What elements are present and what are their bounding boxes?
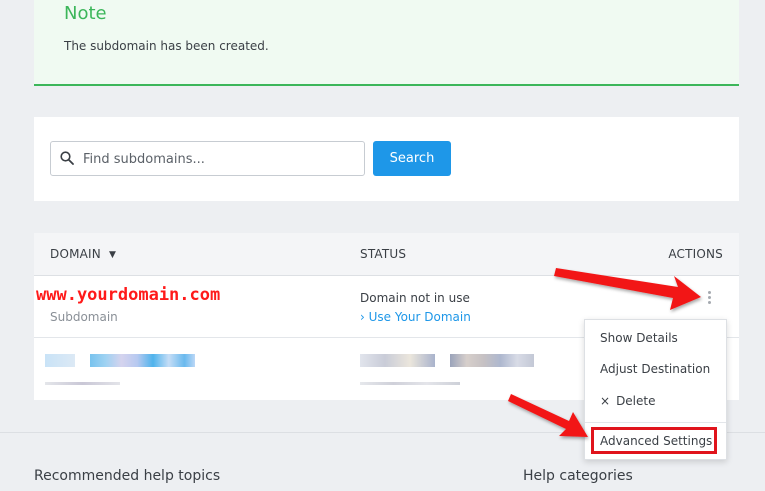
table-header: DOMAIN ▼ STATUS ACTIONS	[34, 233, 739, 276]
search-input[interactable]	[83, 148, 353, 170]
blurred-status-part	[450, 354, 534, 367]
search-panel: Search	[34, 117, 739, 201]
domain-name[interactable]: www.yourdomain.com	[36, 285, 220, 305]
menu-item-show-details[interactable]: Show Details	[600, 331, 678, 345]
search-button[interactable]: Search	[373, 141, 451, 176]
close-icon: ×	[600, 394, 611, 408]
blurred-subline	[45, 382, 120, 385]
domain-type: Subdomain	[50, 310, 118, 324]
column-header-actions: ACTIONS	[668, 247, 723, 261]
annotation-arrow-to-advanced	[508, 394, 588, 437]
note-title: Note	[64, 3, 107, 24]
blurred-domain	[45, 354, 75, 367]
use-your-domain-link[interactable]: › Use Your Domain	[360, 310, 471, 324]
menu-item-delete[interactable]: × Delete	[600, 394, 656, 408]
search-field[interactable]	[50, 141, 365, 176]
kebab-menu-icon[interactable]	[707, 291, 713, 309]
search-icon	[60, 151, 74, 165]
recommended-help-topics-heading: Recommended help topics	[34, 468, 221, 484]
caret-down-icon: ▼	[108, 250, 117, 260]
annotation-highlight-box	[591, 427, 717, 454]
column-header-status: STATUS	[360, 247, 407, 261]
success-note: Note The subdomain has been created.	[34, 0, 739, 86]
blurred-domain-part	[90, 354, 195, 367]
note-message: The subdomain has been created.	[64, 39, 269, 53]
blurred-status-subline	[360, 382, 460, 385]
column-header-domain[interactable]: DOMAIN ▼	[50, 247, 116, 261]
status-text: Domain not in use	[360, 291, 470, 305]
blurred-status	[360, 354, 435, 367]
menu-item-adjust-destination[interactable]: Adjust Destination	[600, 362, 710, 376]
menu-divider	[585, 422, 726, 423]
help-categories-heading: Help categories	[523, 468, 633, 484]
